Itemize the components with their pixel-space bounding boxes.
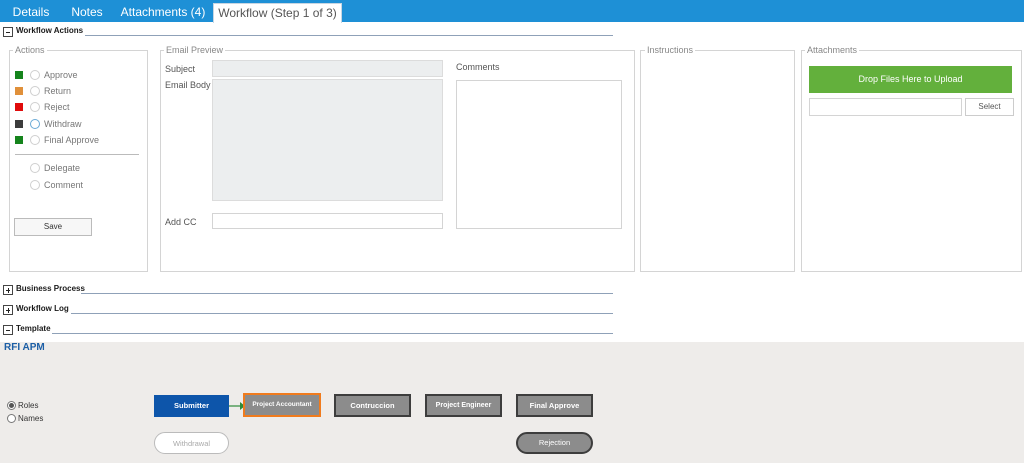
node-project-engineer[interactable]: Project Engineer [425,394,502,417]
section-business-process[interactable]: Business Process [3,284,613,297]
attachments-legend: Attachments [805,45,860,55]
section-workflow-log[interactable]: Workflow Log [3,304,613,317]
approve-label: Approve [44,70,78,80]
tab-bar: Details Notes Attachments (4) Workflow (… [0,0,1024,23]
subject-field[interactable] [212,60,443,77]
save-button[interactable]: Save [14,218,92,236]
names-radio[interactable] [7,414,16,423]
comment-radio[interactable] [30,180,40,190]
file-name-input[interactable] [809,98,962,116]
add-cc-input[interactable] [212,213,443,229]
add-cc-label: Add CC [165,217,197,227]
withdraw-radio[interactable] [30,119,40,129]
email-preview-legend: Email Preview [164,45,226,55]
template-title: RFI APM [4,342,45,353]
withdraw-color-swatch [15,120,23,128]
email-body-field[interactable] [212,79,443,201]
instructions-legend: Instructions [645,45,696,55]
node-project-accountant[interactable]: Project Accountant [243,393,321,417]
node-withdrawal[interactable]: Withdrawal [154,432,229,454]
actions-divider [15,154,139,155]
section-title: Template [16,324,51,333]
reject-radio[interactable] [30,102,40,112]
section-divider [52,333,613,334]
actions-legend: Actions [13,45,47,55]
final-approve-color-swatch [15,136,23,144]
return-radio[interactable] [30,86,40,96]
expand-icon[interactable] [3,305,13,315]
reject-label: Reject [44,102,70,112]
email-body-label: Email Body [165,80,211,90]
section-title: Workflow Actions [16,26,84,35]
section-divider [81,293,613,294]
tab-notes[interactable]: Notes [62,3,112,22]
node-submitter[interactable]: Submitter [154,395,229,417]
return-color-swatch [15,87,23,95]
approve-radio[interactable] [30,70,40,80]
tab-attachments[interactable]: Attachments (4) [112,3,214,22]
collapse-icon[interactable] [3,27,13,37]
final-approve-radio[interactable] [30,135,40,145]
section-title: Business Process [16,284,85,293]
section-template[interactable]: Template [3,324,613,337]
comments-label: Comments [456,62,500,72]
node-final-approve[interactable]: Final Approve [516,394,593,417]
tab-details[interactable]: Details [0,3,62,22]
reject-color-swatch [15,103,23,111]
subject-label: Subject [165,64,196,74]
section-workflow-actions[interactable]: Workflow Actions [3,26,613,39]
roles-radio-dot [9,403,14,408]
drop-files-zone[interactable]: Drop Files Here to Upload [809,66,1012,93]
approve-color-swatch [15,71,23,79]
comments-textarea[interactable] [456,80,622,229]
collapse-icon[interactable] [3,325,13,335]
return-label: Return [44,86,72,96]
node-construction[interactable]: Contruccion [334,394,411,417]
expand-icon[interactable] [3,285,13,295]
withdraw-label: Withdraw [44,119,82,129]
tab-workflow[interactable]: Workflow (Step 1 of 3) [213,3,342,23]
section-divider [71,313,613,314]
names-label: Names [18,414,44,423]
delegate-radio[interactable] [30,163,40,173]
select-button[interactable]: Select [965,98,1014,116]
delegate-label: Delegate [44,163,81,173]
section-divider [85,35,613,36]
section-title: Workflow Log [16,304,69,313]
roles-label: Roles [18,401,39,410]
final-approve-label: Final Approve [44,135,100,145]
actions-panel [9,50,148,272]
instructions-panel [640,50,795,272]
node-rejection[interactable]: Rejection [516,432,593,454]
comment-label: Comment [44,180,84,190]
